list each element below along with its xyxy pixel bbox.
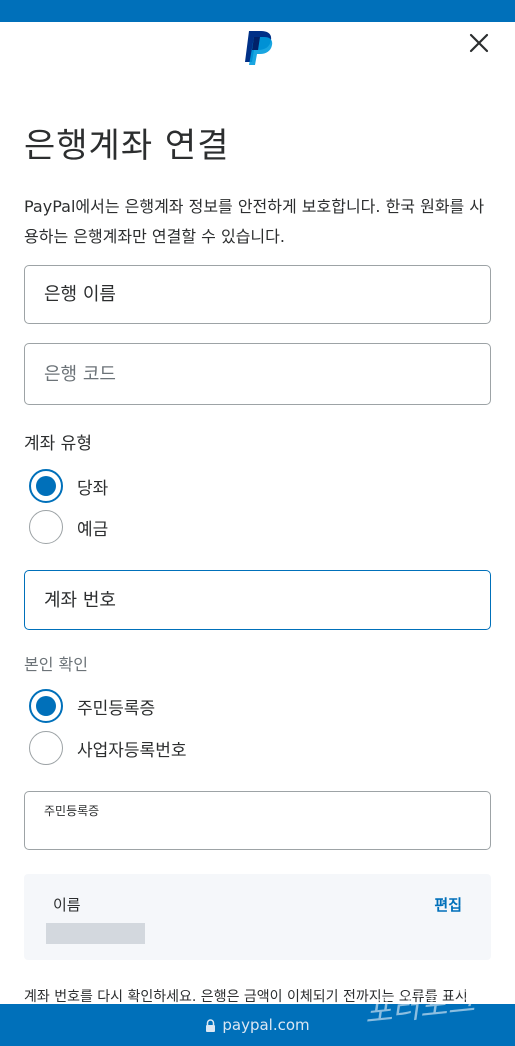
radio-label-savings: 예금	[77, 519, 109, 540]
redacted-name	[46, 923, 145, 944]
bank-name-input[interactable]	[25, 266, 490, 323]
account-number-input[interactable]	[25, 571, 490, 629]
resident-id-field[interactable]: 주민등록증	[24, 791, 491, 850]
radio-unchecked-icon[interactable]	[29, 510, 63, 544]
radio-option-savings[interactable]: 예금	[29, 510, 108, 544]
edit-name-link[interactable]: 편집	[434, 894, 462, 915]
resident-id-field-label: 주민등록증	[44, 804, 100, 818]
radio-checked-icon[interactable]	[29, 469, 63, 503]
radio-option-checking[interactable]: 당좌	[29, 469, 108, 503]
bank-code-input[interactable]	[25, 344, 490, 404]
top-bar	[0, 0, 515, 22]
bank-code-field[interactable]	[24, 343, 491, 405]
radio-unchecked-icon[interactable]	[29, 731, 63, 765]
page-title: 은행계좌 연결	[24, 126, 230, 166]
page-description: PayPal에서는 은행계좌 정보를 안전하게 보호합니다. 한국 원화를 사용…	[24, 197, 485, 246]
radio-label-checking: 당좌	[77, 478, 109, 499]
header	[0, 22, 515, 72]
radio-checked-icon[interactable]	[29, 689, 63, 723]
name-label: 이름	[53, 896, 81, 914]
radio-label-business-number: 사업자등록번호	[77, 740, 187, 761]
name-summary-box: 이름 편집	[24, 874, 491, 960]
paypal-logo	[245, 31, 273, 65]
footer-domain-text: paypal.com	[222, 1016, 310, 1034]
identity-label: 본인 확인	[24, 655, 88, 674]
account-type-label: 계좌 유형	[24, 434, 92, 454]
footer-domain: paypal.com	[205, 1016, 310, 1034]
lock-icon	[206, 1018, 216, 1032]
radio-label-resident-id: 주민등록증	[77, 698, 156, 719]
account-number-field[interactable]	[24, 570, 491, 630]
radio-option-business-number[interactable]: 사업자등록번호	[29, 731, 186, 765]
radio-option-resident-id[interactable]: 주민등록증	[29, 689, 155, 723]
bank-name-field[interactable]	[24, 265, 491, 324]
close-icon[interactable]	[466, 30, 492, 56]
